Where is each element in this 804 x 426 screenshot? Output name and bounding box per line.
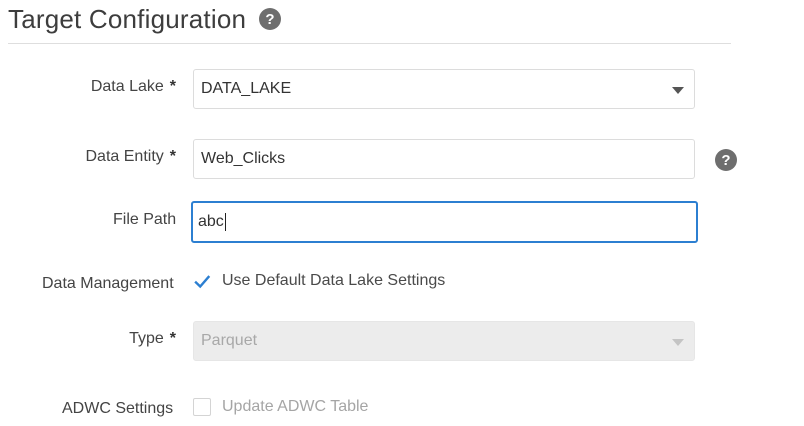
- help-circle-icon[interactable]: ?: [259, 8, 281, 30]
- file-path-label: File Path: [113, 211, 177, 228]
- data-entity-label-text: Data Entity: [85, 148, 164, 165]
- update-adwc-table-checkbox[interactable]: [193, 398, 211, 416]
- data-entity-label: Data Entity *: [86, 148, 177, 166]
- type-label-text: Type: [129, 330, 164, 347]
- data-lake-label-text: Data Lake: [90, 78, 164, 95]
- required-marker: *: [169, 148, 176, 165]
- use-default-settings-label[interactable]: Use Default Data Lake Settings: [222, 272, 445, 290]
- use-default-settings-checkbox[interactable]: [193, 273, 211, 291]
- file-path-value: abc: [198, 213, 226, 231]
- data-lake-value: DATA_LAKE: [201, 80, 292, 97]
- file-path-input[interactable]: abc: [191, 201, 698, 243]
- type-label: Type *: [129, 330, 176, 348]
- data-management-label: Data Management: [42, 275, 174, 292]
- chevron-down-icon: [672, 87, 684, 94]
- check-icon: [194, 275, 211, 289]
- data-entity-value: Web_Clicks: [201, 150, 286, 167]
- page-title: Target Configuration: [8, 4, 247, 34]
- data-lake-label: Data Lake *: [91, 78, 176, 96]
- type-select[interactable]: Parquet: [193, 321, 695, 361]
- required-marker: *: [169, 330, 176, 347]
- data-lake-select[interactable]: DATA_LAKE: [193, 69, 695, 109]
- data-entity-input[interactable]: Web_Clicks: [193, 139, 695, 179]
- title-divider: [8, 43, 731, 44]
- adwc-settings-label: ADWC Settings: [62, 400, 174, 417]
- help-circle-icon[interactable]: ?: [715, 149, 737, 171]
- required-marker: *: [169, 78, 176, 95]
- type-value: Parquet: [201, 332, 258, 349]
- chevron-down-icon: [672, 339, 684, 346]
- update-adwc-table-label[interactable]: Update ADWC Table: [222, 398, 368, 416]
